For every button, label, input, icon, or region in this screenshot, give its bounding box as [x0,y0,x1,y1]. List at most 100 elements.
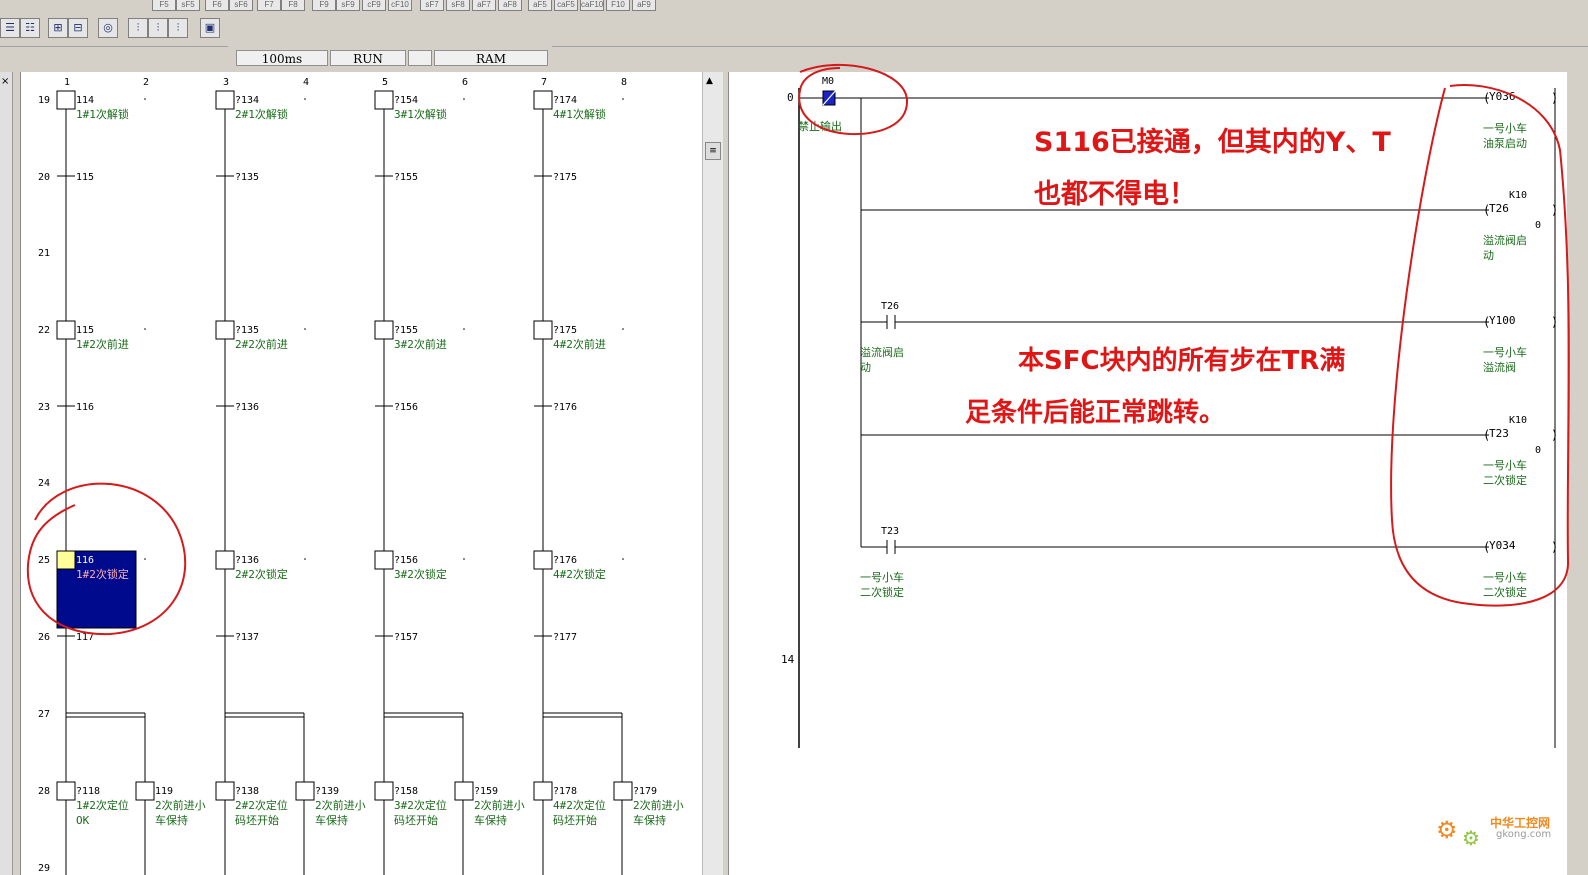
fkey-button[interactable]: sF6 [229,0,253,11]
fkey-button[interactable]: sF8 [446,0,470,11]
transition-number: ?175 [553,172,577,183]
branch-step-label: 车保持 [155,813,188,827]
branch-step-box [215,781,235,801]
fkey-button[interactable]: aF7 [472,0,496,11]
fkey-button[interactable]: F8 [281,0,305,11]
fkey-button[interactable]: aF8 [498,0,522,11]
grid-dot [463,98,465,100]
list-icon[interactable]: ☰ [0,18,20,38]
branch-step-box [613,781,633,801]
fkey-button[interactable]: F7 [257,0,281,11]
transition-number: ?135 [235,172,259,183]
fkey-button[interactable]: caF5 [554,0,578,11]
step-number: ?134 [235,95,259,106]
t26-comment: 动 [860,361,871,374]
transition-number: ?156 [394,402,418,413]
step-alt-icon[interactable]: ⫶ [148,18,168,38]
step-box [374,550,394,570]
row-number: 22 [38,325,50,336]
branch-step-number: ?158 [394,786,418,797]
coil-comment: 二次锁定 [1483,585,1527,599]
column-header: 7 [541,77,547,88]
branch-step-number: ?159 [474,786,498,797]
branch-step-box [135,781,155,801]
coil-bracket-right: ) [1551,203,1558,217]
grid-dot [144,558,146,560]
coil-comment: 一号小车 [1483,458,1527,472]
scroll-thumb[interactable]: ≡ [705,142,721,160]
step-number: ?176 [553,555,577,566]
list-alt-icon[interactable]: ☷ [20,18,40,38]
branch-step-box [295,781,315,801]
row-number: 25 [38,555,50,566]
step-jump-icon[interactable]: ⫶ [168,18,188,38]
fkey-button[interactable]: F5 [152,0,176,11]
scan-time: 100ms [236,50,328,66]
close-icon[interactable]: × [1,76,9,87]
grid-dot [622,98,624,100]
vertical-scrollbar[interactable]: ▲ ≡ [702,72,723,875]
grid-dot [144,328,146,330]
grid-dot [463,558,465,560]
step-box [56,320,76,340]
step-label: 2#1次解锁 [235,107,288,121]
step-box [533,90,553,110]
fkey-button[interactable]: sF9 [336,0,360,11]
fkey-button[interactable]: sF7 [420,0,444,11]
memory-type: RAM [434,50,548,66]
coil-bracket-right: ) [1551,91,1558,105]
grid-dot [463,328,465,330]
fkey-button[interactable]: F9 [312,0,336,11]
step-box [533,550,553,570]
step-box [374,90,394,110]
fkey-button[interactable]: aF9 [632,0,656,11]
coil-comment: 二次锁定 [1483,473,1527,487]
sfc-diagram: 1 2 3 4 5 6 7 819202122232425262728291141#1次解锁?… [38,77,684,875]
coil-bracket-right: ) [1551,315,1558,329]
column-header: 3 [223,77,229,88]
coil-name: T23 [1489,427,1509,440]
sfc-pane[interactable]: 1 2 3 4 5 6 7 8 19 20 21 22 23 24 25 26 27 28 29 114 1#1次解锁?… [20,72,703,875]
step-box [533,320,553,340]
fkey-button[interactable]: caF10 [580,0,604,11]
branch-step-box [374,781,394,801]
fkey-button[interactable]: F6 [205,0,229,11]
branch-step-label: 车保持 [633,813,666,827]
transition-number: ?177 [553,632,577,643]
branch-step-number: ?178 [553,786,577,797]
branch-step-label: 1#2次定位 [76,798,129,812]
branch-step-box [454,781,474,801]
transition-number: ?157 [394,632,418,643]
row-number: 24 [38,478,50,489]
fkey-button[interactable]: aF5 [528,0,552,11]
branch-step-number: ?179 [633,786,657,797]
step-label: 1#1次解锁 [76,107,129,121]
branch-step-number: ?118 [76,786,100,797]
t26-contact-label: T26 [881,301,899,312]
m0-comment: 禁止输出 [798,119,842,133]
coil-comment: 一号小车 [1483,570,1527,584]
step-label: 3#2次锁定 [394,567,447,581]
fkey-button[interactable]: cF10 [388,0,412,11]
column-header: 6 [462,77,468,88]
fkey-button[interactable]: sF5 [176,0,200,11]
row-number: 27 [38,709,50,720]
row-number: 19 [38,95,50,106]
status-blank [408,50,432,66]
transition-number: ?136 [235,402,259,413]
column-header: 4 [303,77,309,88]
branch-step-label: 2#2次定位 [235,798,288,812]
step-icon[interactable]: ⫶ [128,18,148,38]
fkey-button[interactable]: cF9 [362,0,386,11]
window-icon[interactable]: ▣ [200,18,220,38]
zoom-out-icon[interactable]: ⊟ [68,18,88,38]
fkey-button[interactable]: F10 [606,0,630,11]
step-number: 114 [76,95,94,106]
scroll-up-icon[interactable]: ▲ [706,76,713,86]
coil-comment: 动 [1483,249,1494,262]
branch-step-label: 码坯开始 [394,813,438,827]
status-bar: 100ms RUN RAM [228,46,552,70]
monitor-icon[interactable]: ◎ [98,18,118,38]
zoom-in-icon[interactable]: ⊞ [48,18,68,38]
coil-k-current: 0 [1535,220,1541,231]
